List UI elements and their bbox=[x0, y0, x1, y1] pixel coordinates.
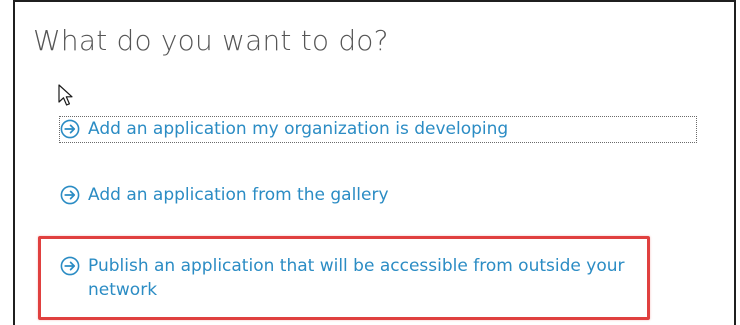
add-gallery-app-link[interactable]: Add an application from the gallery bbox=[60, 183, 660, 207]
publish-external-app-link[interactable]: Publish an application that will be acce… bbox=[60, 254, 660, 302]
dialog-panel: What do you want to do? Add an applicati… bbox=[0, 0, 740, 325]
arrow-circle-right-icon bbox=[60, 185, 80, 205]
add-developing-app-link[interactable]: Add an application my organization is de… bbox=[59, 116, 697, 143]
arrow-circle-right-icon bbox=[60, 256, 80, 276]
panel-right-border bbox=[734, 0, 736, 325]
dialog-title: What do you want to do? bbox=[33, 24, 389, 57]
mouse-pointer-icon bbox=[58, 84, 73, 106]
panel-left-border bbox=[13, 0, 15, 325]
option-label: Publish an application that will be acce… bbox=[88, 256, 625, 300]
option-label: Add an application from the gallery bbox=[88, 185, 389, 205]
panel-top-border bbox=[13, 0, 736, 2]
option-label: Add an application my organization is de… bbox=[88, 119, 509, 139]
arrow-circle-right-icon bbox=[60, 119, 80, 139]
